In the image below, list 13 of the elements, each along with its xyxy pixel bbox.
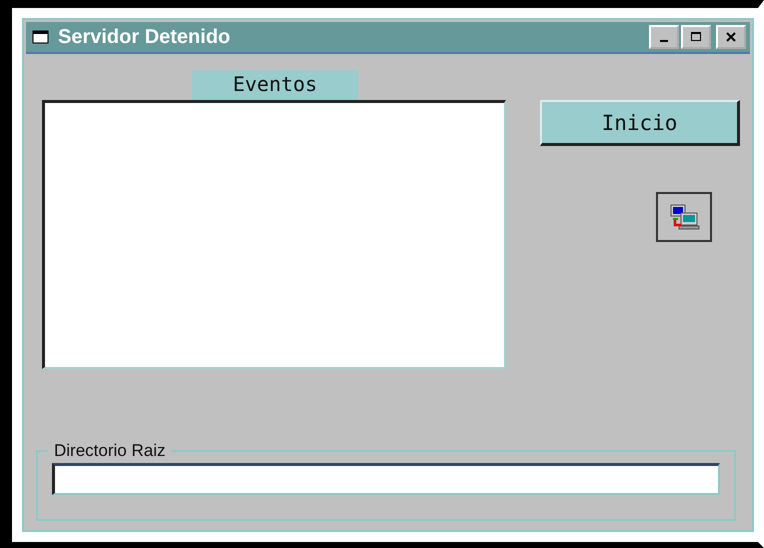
close-button[interactable] <box>716 25 746 49</box>
maximize-button[interactable] <box>681 25 711 49</box>
start-button[interactable]: Inicio <box>540 100 740 146</box>
minimize-icon <box>660 40 668 42</box>
window-title: Servidor Detenido <box>58 26 232 48</box>
root-directory-label: Directorio Raiz <box>53 441 166 461</box>
close-icon <box>724 30 738 44</box>
network-button[interactable] <box>656 192 712 242</box>
window-icon <box>32 29 50 45</box>
events-label: Eventos <box>192 70 358 100</box>
root-directory-field[interactable] <box>52 463 720 495</box>
maximize-icon <box>689 30 703 44</box>
minimize-button[interactable] <box>649 25 679 49</box>
